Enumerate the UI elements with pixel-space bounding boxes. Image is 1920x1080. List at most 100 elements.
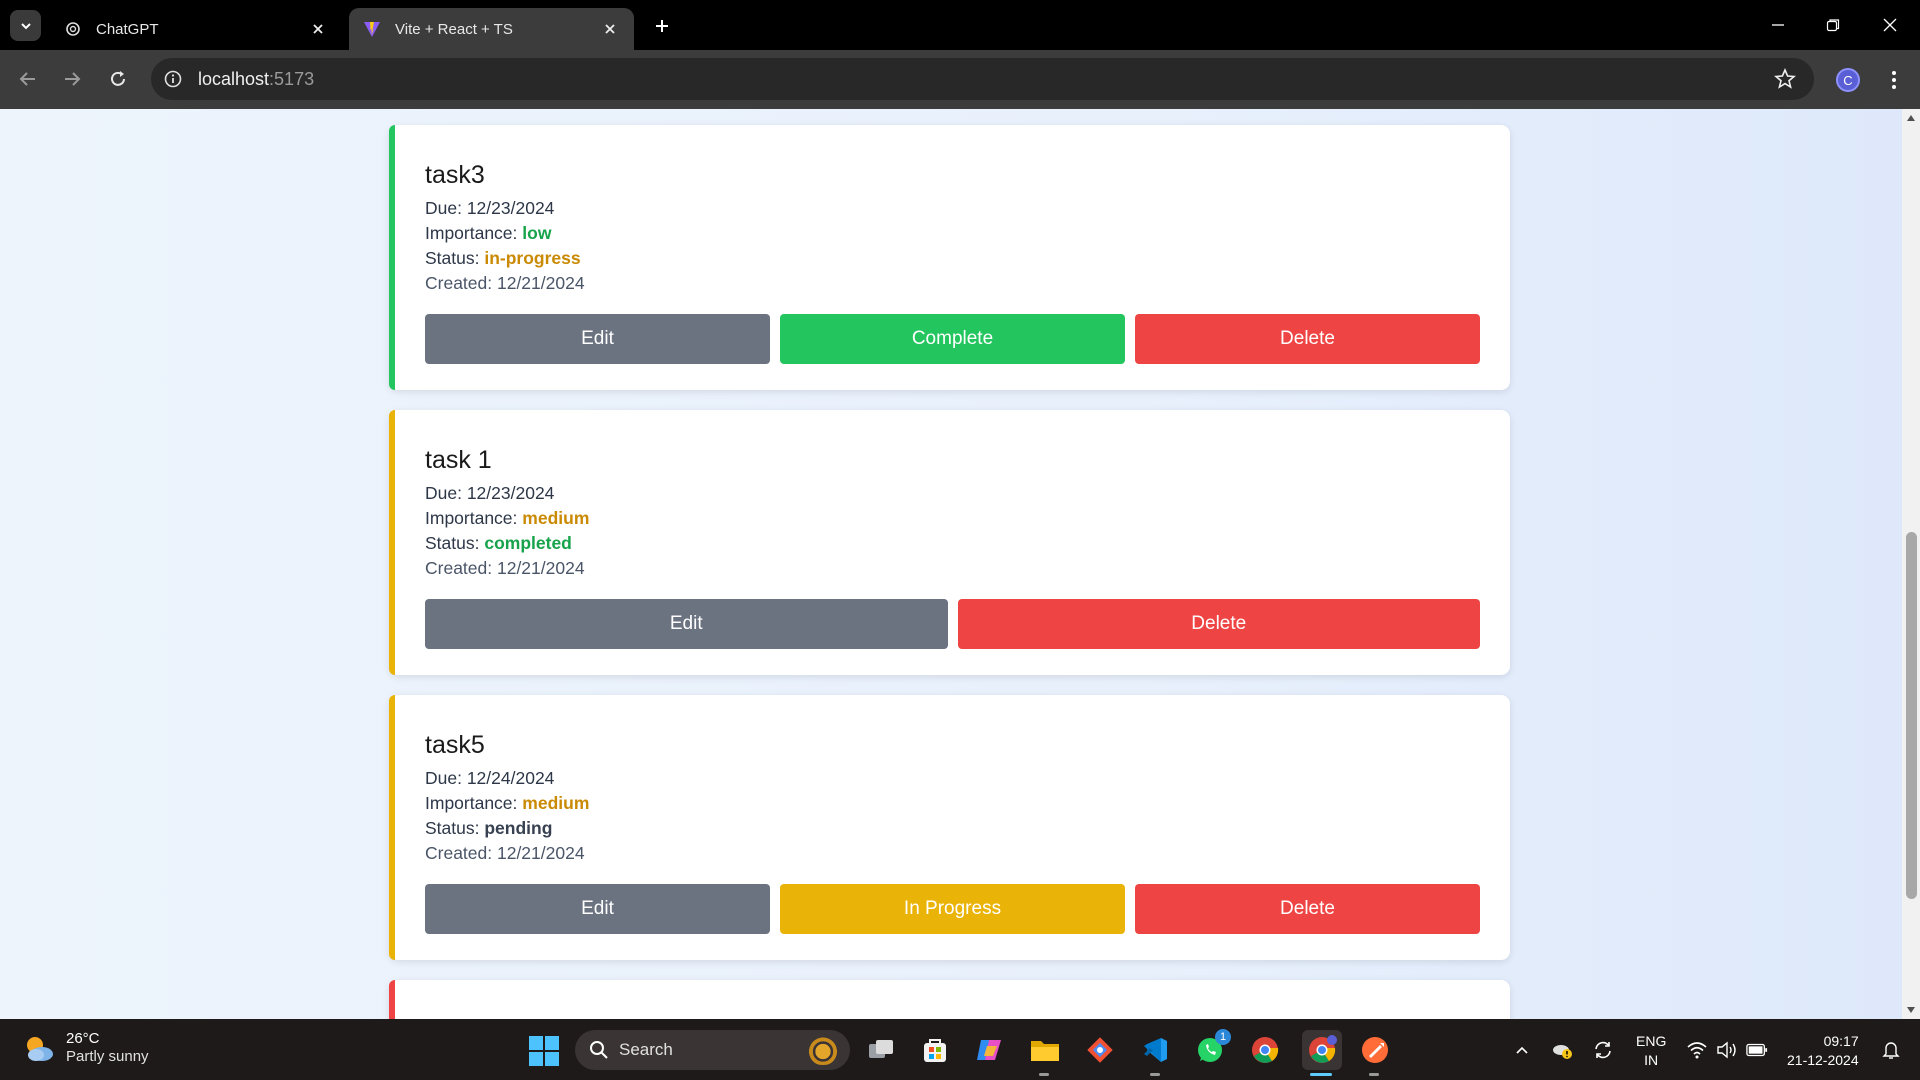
status-accent-bar xyxy=(389,980,395,1019)
notification-bell-icon[interactable] xyxy=(1880,1039,1902,1061)
importance-value: medium xyxy=(522,508,590,528)
taskbar-search[interactable]: Search xyxy=(575,1030,850,1070)
git-client-icon[interactable] xyxy=(1083,1033,1117,1067)
file-explorer-icon[interactable] xyxy=(1028,1033,1062,1067)
copilot-icon[interactable] xyxy=(973,1033,1007,1067)
page-scrollbar[interactable] xyxy=(1902,109,1920,1019)
close-icon xyxy=(1883,18,1897,32)
new-tab-button[interactable] xyxy=(650,14,674,38)
clock-time: 09:17 xyxy=(1823,1033,1859,1049)
arrow-right-icon xyxy=(65,72,81,86)
language-indicator[interactable]: ENG IN xyxy=(1636,1032,1666,1070)
in-progress-button[interactable]: In Progress xyxy=(780,884,1125,934)
wifi-icon[interactable] xyxy=(1686,1039,1708,1061)
windows-icon xyxy=(529,1036,559,1066)
task-created: Created: 12/21/2024 xyxy=(425,843,585,863)
postman-icon[interactable] xyxy=(1358,1033,1392,1067)
more-vert-icon xyxy=(1892,71,1896,89)
start-button[interactable] xyxy=(528,1035,560,1067)
page-viewport: task3 Due: 12/23/2024 Importance: low St… xyxy=(0,109,1920,1019)
status-value: completed xyxy=(484,533,572,553)
edit-button[interactable]: Edit xyxy=(425,599,948,649)
vite-icon xyxy=(363,20,381,38)
search-highlight-icon xyxy=(804,1035,842,1065)
task-due: Due: 12/24/2024 xyxy=(425,768,555,788)
edit-button[interactable]: Edit xyxy=(425,314,770,364)
delete-button[interactable]: Delete xyxy=(1135,884,1480,934)
search-icon xyxy=(590,1041,608,1059)
status-value: in-progress xyxy=(484,248,581,268)
sync-icon[interactable] xyxy=(1592,1039,1614,1061)
profile-avatar[interactable]: C xyxy=(1836,68,1860,92)
complete-button[interactable]: Complete xyxy=(780,314,1125,364)
browser-menu-button[interactable] xyxy=(1882,67,1906,93)
close-icon[interactable] xyxy=(600,19,620,39)
chevron-down-icon xyxy=(20,22,31,29)
delete-button[interactable]: Delete xyxy=(1135,314,1480,364)
scroll-thumb[interactable] xyxy=(1906,532,1917,899)
system-clock[interactable]: 09:17 21-12-2024 xyxy=(1787,1032,1859,1070)
tab-search-button[interactable] xyxy=(10,10,41,41)
onedrive-warning-icon[interactable] xyxy=(1551,1039,1573,1061)
url-port: :5173 xyxy=(269,68,315,89)
task-card-partial xyxy=(389,980,1510,1019)
site-info-icon[interactable] xyxy=(162,68,184,90)
importance-value: low xyxy=(522,223,552,243)
active-indicator xyxy=(1310,1073,1332,1076)
delete-button[interactable]: Delete xyxy=(957,599,1480,649)
browser-titlebar: ChatGPT Vite + React + TS xyxy=(0,0,1920,50)
task-importance: Importance: low xyxy=(425,223,552,243)
arrow-left-icon xyxy=(19,72,35,86)
status-value: pending xyxy=(484,818,553,838)
restore-button[interactable] xyxy=(1820,12,1846,38)
forward-button[interactable] xyxy=(58,65,86,93)
back-button[interactable] xyxy=(14,65,42,93)
task-due: Due: 12/23/2024 xyxy=(425,483,555,503)
weather-desc: Partly sunny xyxy=(66,1048,149,1065)
browser-toolbar: localhost:5173 C xyxy=(0,50,1920,109)
task-view-icon[interactable] xyxy=(864,1033,898,1067)
task-title: task5 xyxy=(425,731,485,759)
task-card: task5 Due: 12/24/2024 Importance: medium… xyxy=(389,695,1510,960)
microsoft-store-icon[interactable] xyxy=(918,1033,952,1067)
bookmark-star-icon[interactable] xyxy=(1773,67,1797,90)
task-status: Status: completed xyxy=(425,533,572,553)
weather-widget[interactable]: 26°C Partly sunny xyxy=(22,1030,149,1066)
task-actions: Edit In Progress Delete xyxy=(425,884,1480,934)
task-title: task3 xyxy=(425,161,485,189)
weather-temp: 26°C xyxy=(66,1030,100,1047)
plus-icon xyxy=(656,20,668,32)
task-due: Due: 12/23/2024 xyxy=(425,198,555,218)
address-bar[interactable]: localhost:5173 xyxy=(151,58,1814,100)
vscode-icon[interactable] xyxy=(1138,1033,1172,1067)
task-actions: Edit Delete xyxy=(425,599,1480,649)
chrome-profile-icon[interactable] xyxy=(1302,1030,1342,1070)
running-indicator xyxy=(1039,1073,1049,1076)
tab-chatgpt[interactable]: ChatGPT xyxy=(50,8,342,50)
close-icon[interactable] xyxy=(308,19,328,39)
status-accent-bar xyxy=(389,410,395,675)
scroll-down-arrow[interactable] xyxy=(1907,1007,1915,1013)
task-card: task 1 Due: 12/23/2024 Importance: mediu… xyxy=(389,410,1510,675)
tab-vite-react[interactable]: Vite + React + TS xyxy=(349,8,634,50)
task-status: Status: in-progress xyxy=(425,248,581,268)
task-importance: Importance: medium xyxy=(425,508,590,528)
edit-button[interactable]: Edit xyxy=(425,884,770,934)
task-created: Created: 12/21/2024 xyxy=(425,273,585,293)
chevron-up-icon[interactable] xyxy=(1511,1039,1533,1061)
volume-icon[interactable] xyxy=(1716,1039,1738,1061)
close-window-button[interactable] xyxy=(1877,12,1903,38)
url-host: localhost xyxy=(198,68,270,89)
whatsapp-icon[interactable]: 1 xyxy=(1193,1029,1231,1067)
battery-icon[interactable] xyxy=(1746,1039,1768,1061)
scroll-up-arrow[interactable] xyxy=(1907,115,1915,121)
minimize-button[interactable] xyxy=(1765,12,1791,38)
task-card: task3 Due: 12/23/2024 Importance: low St… xyxy=(389,125,1510,390)
reload-button[interactable] xyxy=(104,65,132,93)
search-label: Search xyxy=(619,1040,673,1059)
clock-date: 21-12-2024 xyxy=(1787,1052,1859,1068)
importance-value: medium xyxy=(522,793,590,813)
reload-icon xyxy=(111,71,125,86)
chrome-icon[interactable] xyxy=(1248,1033,1282,1067)
task-created: Created: 12/21/2024 xyxy=(425,558,585,578)
